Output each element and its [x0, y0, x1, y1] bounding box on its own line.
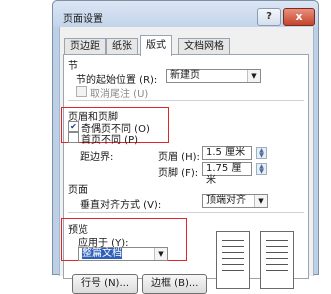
title-bar: 页面设置 ? x: [53, 1, 318, 27]
suppress-endnotes-checkbox[interactable]: [76, 86, 87, 97]
odd-even-checkbox[interactable]: ✔: [68, 121, 79, 132]
preview-page-left: [216, 231, 250, 289]
dialog-body: 页边距 纸张 版式 文档网格 节 节的起始位置 (R): 新建页 ▼ 取消尾注 …: [59, 27, 314, 294]
footer-distance-label: 页脚 (F):: [158, 168, 199, 179]
chevron-down-icon: ▼: [154, 248, 167, 260]
footer-distance-spinner[interactable]: ▲ ▼: [256, 163, 267, 175]
vertical-alignment-value: 顶端对齐: [206, 195, 246, 206]
header-distance-spinner[interactable]: ▲ ▼: [256, 147, 267, 159]
dialog-title: 页面设置: [63, 14, 103, 25]
section-group-label: 节: [68, 61, 78, 72]
borders-button[interactable]: 边框 (B)...: [142, 274, 208, 294]
section-start-value: 新建页: [170, 70, 200, 81]
chevron-down-icon: ▼: [254, 195, 267, 207]
apply-to-select[interactable]: 整篇文档 ▼: [78, 247, 168, 261]
chevron-down-icon: ▼: [247, 70, 260, 82]
help-button[interactable]: ?: [257, 8, 281, 26]
footer-distance-value: 1.75 厘米: [206, 163, 242, 186]
header-distance-label: 页眉 (H):: [158, 152, 200, 163]
header-distance-input[interactable]: 1.5 厘米: [202, 146, 252, 160]
line-numbers-button[interactable]: 行号 (N)...: [72, 274, 138, 294]
vertical-alignment-select[interactable]: 顶端对齐 ▼: [202, 194, 268, 208]
suppress-endnotes-label: 取消尾注 (U): [90, 89, 149, 100]
preview-page-right: [260, 231, 294, 289]
from-edge-label: 距边界:: [80, 152, 114, 163]
page-group-label: 页面: [68, 185, 88, 196]
tab-paper[interactable]: 纸张: [106, 38, 138, 55]
layout-panel: 节 节的起始位置 (R): 新建页 ▼ 取消尾注 (U) 页眉和页脚 ✔ 奇偶页…: [61, 54, 309, 294]
first-page-label: 首页不同 (P): [81, 135, 139, 146]
apply-to-value: 整篇文档: [82, 248, 122, 259]
page-setup-dialog: 页面设置 ? x 页边距 纸张 版式 文档网格 节 节的起始位置 (R): 新建…: [52, 0, 319, 294]
tab-layout[interactable]: 版式: [140, 35, 172, 56]
checkmark-icon: ✔: [70, 122, 77, 131]
vertical-alignment-label: 垂直对齐方式 (V):: [80, 200, 162, 211]
header-distance-value: 1.5 厘米: [206, 147, 246, 158]
section-start-label: 节的起始位置 (R):: [76, 75, 158, 86]
divider: [68, 212, 304, 213]
tab-document-grid[interactable]: 文档网格: [178, 38, 230, 55]
close-button[interactable]: x: [283, 8, 315, 26]
first-page-checkbox[interactable]: [68, 132, 79, 143]
tab-margins[interactable]: 页边距: [64, 38, 106, 55]
divider: [68, 100, 304, 101]
footer-distance-input[interactable]: 1.75 厘米: [202, 162, 252, 186]
section-start-select[interactable]: 新建页 ▼: [166, 69, 261, 83]
